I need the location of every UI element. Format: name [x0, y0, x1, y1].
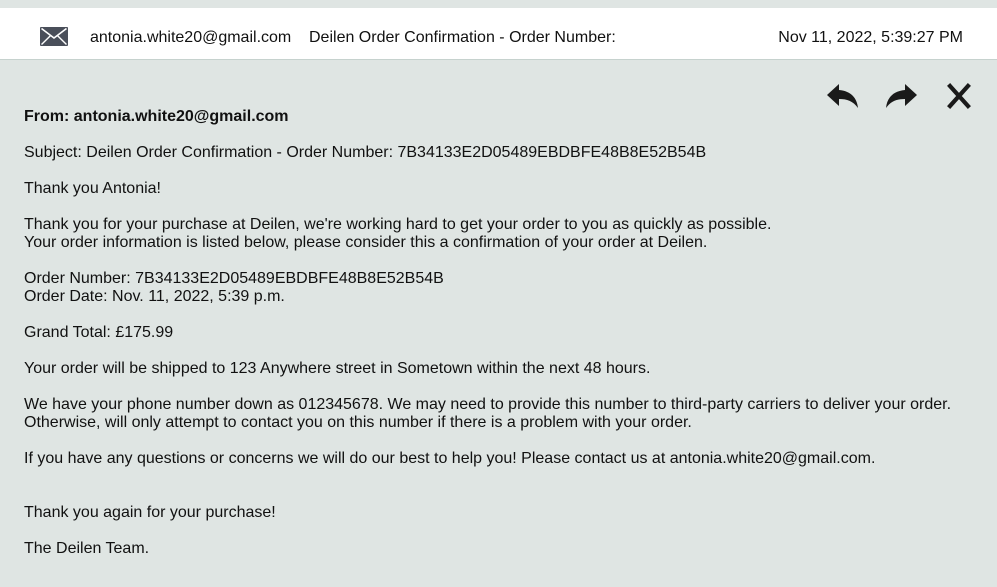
phone-line-2: Otherwise, will only attempt to contact …: [24, 414, 692, 431]
email-body: From: antonia.white20@gmail.com Subject:…: [24, 108, 974, 576]
questions-line: If you have any questions or concerns we…: [24, 450, 876, 467]
header-date: Nov 11, 2022, 5:39:27 PM: [778, 29, 963, 46]
signature: The Deilen Team.: [24, 540, 150, 557]
top-strip: [0, 0, 997, 8]
intro-line-2: Your order information is listed below, …: [24, 234, 708, 251]
phone-paragraph: We have your phone number down as 012345…: [24, 396, 974, 432]
order-number: Order Number: 7B34133E2D05489EBDBFE48B8E…: [24, 270, 444, 287]
header-sender: antonia.white20@gmail.com: [90, 29, 292, 46]
from-line: From: antonia.white20@gmail.com: [24, 108, 289, 125]
envelope-icon: [40, 27, 68, 46]
intro-line-1: Thank you for your purchase at Deilen, w…: [24, 216, 772, 233]
shipping-info: Your order will be shipped to 123 Anywhe…: [24, 360, 651, 377]
subject-line: Subject: Deilen Order Confirmation - Ord…: [24, 144, 707, 161]
order-details: Order Number: 7B34133E2D05489EBDBFE48B8E…: [24, 270, 974, 306]
order-date: Order Date: Nov. 11, 2022, 5:39 p.m.: [24, 288, 285, 305]
grand-total: Grand Total: £175.99: [24, 324, 174, 341]
intro-paragraph: Thank you for your purchase at Deilen, w…: [24, 216, 974, 252]
email-header-bar[interactable]: antonia.white20@gmail.com Deilen Order C…: [0, 8, 997, 60]
thanks-again: Thank you again for your purchase!: [24, 504, 276, 521]
greeting: Thank you Antonia!: [24, 180, 161, 197]
phone-line-1: We have your phone number down as 012345…: [24, 396, 952, 413]
header-subject: Deilen Order Confirmation - Order Number…: [309, 29, 616, 46]
